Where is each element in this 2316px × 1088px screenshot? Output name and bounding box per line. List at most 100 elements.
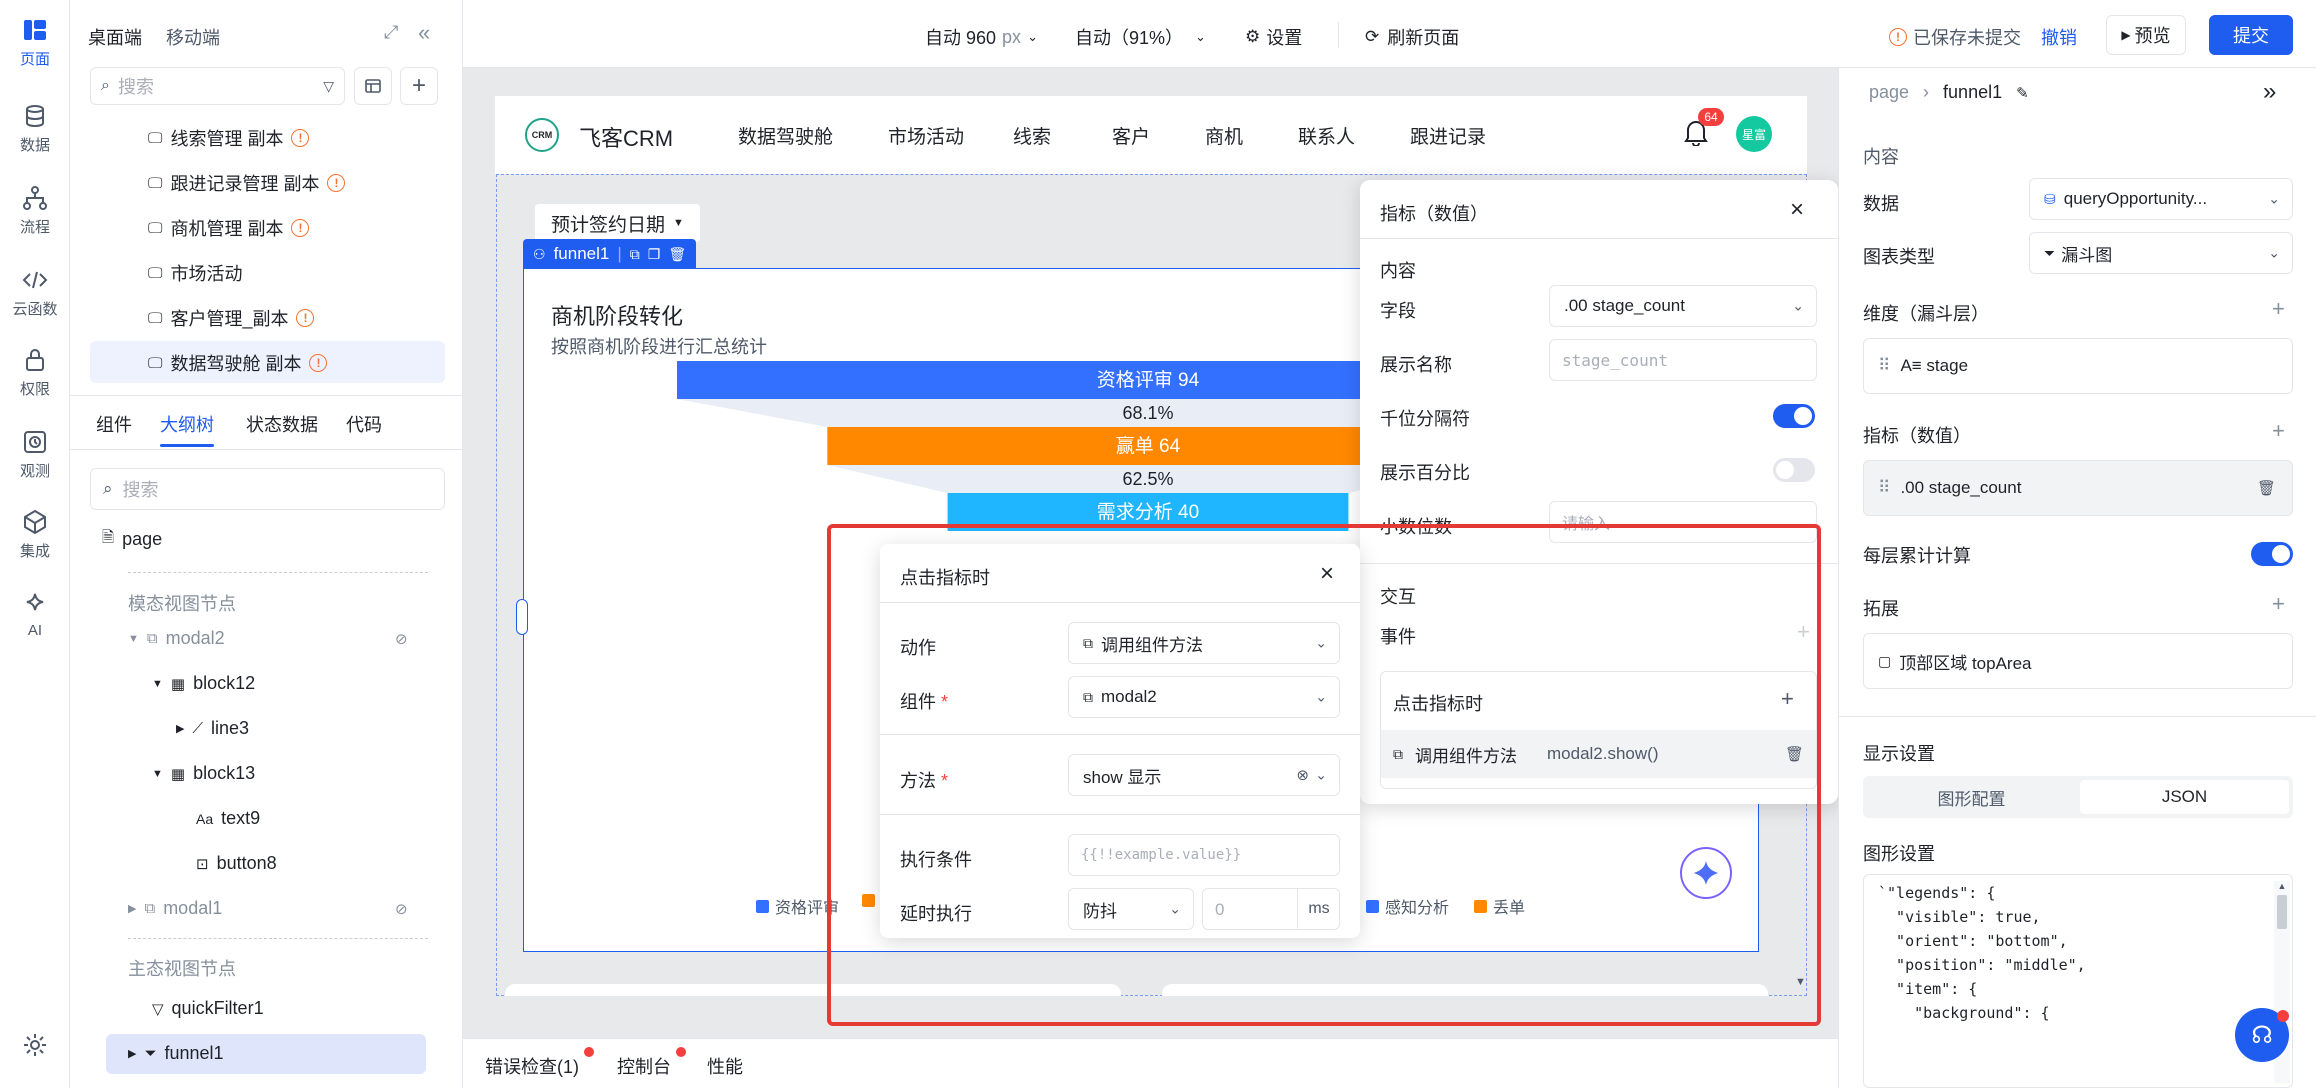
caret-down-icon[interactable]: ▼ (128, 633, 139, 645)
event-action-row[interactable]: ⧉ 调用组件方法 modal2.show() 🗑 (1381, 730, 1816, 778)
nav-item[interactable]: 跟进记录 (1410, 122, 1486, 149)
tree-node-quickfilter1[interactable]: ▽ quickFilter1 (152, 998, 264, 1019)
component-select[interactable]: ⧉ modal2 ⌄ (1068, 676, 1340, 718)
legend-item[interactable]: 丢单 (1474, 894, 1525, 918)
gear-icon[interactable] (18, 1028, 52, 1062)
chart-type-select[interactable]: ⏷ 漏斗图 ⌄ (2029, 232, 2293, 274)
close-icon[interactable]: × (1320, 560, 1334, 588)
tab-json[interactable]: JSON (2080, 780, 2289, 814)
expand-icon[interactable]: ⤢ (384, 22, 398, 43)
caret-right-icon[interactable]: ▶ (128, 1047, 136, 1060)
page-template-button[interactable] (354, 67, 392, 105)
tree-node-funnel1[interactable]: ▶ ⏷ funnel1 (128, 1043, 224, 1064)
caret-down-icon[interactable]: ▼ (152, 768, 163, 780)
nav-item[interactable]: 市场活动 (888, 122, 964, 149)
page-item[interactable]: 🖵 线索管理 副本! (148, 125, 310, 151)
condition-input[interactable]: {{!!example.value}} (1068, 834, 1340, 876)
delete-icon[interactable]: 🗑 (2257, 479, 2276, 497)
field-select[interactable]: .00 stage_count ⌄ (1549, 285, 1817, 327)
nav-item[interactable]: 数据驾驶舱 (738, 122, 833, 149)
nav-item[interactable]: 线索 (1013, 122, 1051, 149)
data-source-select[interactable]: ⛁ queryOpportunity... ⌄ (2029, 178, 2293, 220)
tab-code[interactable]: 代码 (346, 411, 382, 437)
tab-components[interactable]: 组件 (96, 411, 132, 437)
tab-outline[interactable]: 大纲树 (160, 411, 214, 437)
delete-icon[interactable]: 🗑 (668, 246, 686, 263)
submit-button[interactable]: 提交 (2209, 15, 2293, 55)
legend-item[interactable] (862, 894, 875, 907)
refresh-button[interactable]: ⟳ 刷新页面 (1365, 24, 1459, 50)
duplicate-icon[interactable]: ❐ (648, 246, 661, 263)
nav-item[interactable]: 客户 (1112, 122, 1150, 149)
add-extension-icon[interactable]: + (2272, 593, 2285, 615)
rail-item-page[interactable]: 页面 (0, 16, 70, 69)
page-item[interactable]: 🖵 商机管理 副本! (148, 215, 310, 241)
tree-node-button8[interactable]: ⊡ button8 (196, 853, 277, 874)
tree-node-block13[interactable]: ▼ ▦ block13 (152, 763, 255, 784)
legend-item[interactable]: 感知分析 (1366, 894, 1449, 918)
tree-node-line3[interactable]: ▶ ⟋ line3 (176, 718, 249, 739)
close-icon[interactable]: × (1790, 196, 1804, 224)
eye-off-icon[interactable]: ⊘ (395, 630, 408, 648)
delete-icon[interactable]: 🗑 (1785, 745, 1804, 763)
filter-icon[interactable]: ▽ (323, 78, 334, 95)
add-metric-icon[interactable]: + (2272, 420, 2285, 442)
tab-desktop[interactable]: 桌面端 (88, 24, 142, 50)
tab-error-check[interactable]: 错误检查(1) (485, 1053, 579, 1079)
canvas-width-select[interactable]: 自动 960 px ⌄ (925, 24, 1038, 50)
avatar[interactable]: 星富 (1736, 116, 1772, 152)
outline-search[interactable]: ⌕ 搜索 (90, 468, 445, 510)
drag-handle-icon[interactable]: ⠿ (1878, 356, 1890, 376)
tab-performance[interactable]: 性能 (707, 1053, 743, 1079)
eye-off-icon[interactable]: ⊘ (395, 900, 408, 918)
tree-node-text9[interactable]: Aa text9 (196, 808, 260, 829)
tab-console[interactable]: 控制台 (617, 1053, 671, 1079)
method-select[interactable]: show 显示 ⊗ ⌄ (1068, 754, 1340, 796)
page-item-selected[interactable]: 🖵 数据驾驶舱 副本! (148, 350, 328, 376)
rail-item-ai[interactable]: AI (0, 590, 70, 639)
page-item[interactable]: 🖵 市场活动 (148, 260, 242, 286)
delay-mode-select[interactable]: 防抖 ⌄ (1068, 888, 1194, 930)
tree-node-block12[interactable]: ▼ ▦ block12 (152, 673, 255, 694)
metric-field[interactable]: ⠿ .00 stage_count 🗑 (1863, 460, 2293, 516)
page-item[interactable]: 🖵 跟进记录管理 副本! (148, 170, 346, 196)
rail-item-integration[interactable]: 集成 (0, 508, 70, 561)
extension-field[interactable]: ▢ 顶部区域 topArea (1863, 633, 2293, 689)
nav-item[interactable]: 联系人 (1298, 122, 1355, 149)
outline-search-input[interactable]: 搜索 (123, 476, 159, 502)
legend-item[interactable]: 资格评审 (756, 894, 839, 918)
caret-down-icon[interactable]: ▼ (152, 678, 163, 690)
display-name-input[interactable]: stage_count (1549, 339, 1817, 381)
nav-item[interactable]: 商机 (1205, 122, 1243, 149)
search-input[interactable]: 搜索 (118, 73, 315, 99)
zoom-select[interactable]: 自动（91%） ⌄ (1075, 24, 1206, 50)
thousands-separator-toggle[interactable] (1773, 404, 1815, 428)
drag-handle-icon[interactable]: ⠿ (1878, 478, 1890, 498)
rail-item-cloud-function[interactable]: 云函数 (0, 266, 70, 319)
decimals-input[interactable]: 请输入 (1549, 501, 1817, 543)
add-event-icon[interactable]: + (1797, 621, 1810, 643)
tree-node-page[interactable]: 🗎 page (102, 527, 162, 552)
preview-button[interactable]: ▶ 预览 (2106, 15, 2186, 55)
add-action-icon[interactable]: + (1781, 688, 1794, 710)
rail-item-flow[interactable]: 流程 (0, 184, 70, 237)
copy-icon[interactable]: ⧉ (630, 246, 640, 263)
ai-assistant-button[interactable] (1680, 847, 1732, 899)
tree-node-modal1[interactable]: ▶ ⧉ modal1 (128, 898, 222, 919)
edit-icon[interactable]: ✎ (2016, 84, 2029, 102)
date-filter[interactable]: 预计签约日期 ▼ (535, 204, 700, 242)
delay-value-input[interactable]: 0 (1215, 900, 1224, 920)
settings-button[interactable]: ⚙ 设置 (1245, 24, 1302, 50)
dimension-field[interactable]: ⠿ A≡ stage (1863, 338, 2293, 394)
action-select[interactable]: ⧉ 调用组件方法 ⌄ (1068, 622, 1340, 664)
tab-graphic-config[interactable]: 图形配置 (1867, 780, 2076, 814)
collapse-panel-icon[interactable]: « (418, 20, 430, 46)
rail-item-data[interactable]: 数据 (0, 102, 70, 155)
tab-mobile[interactable]: 移动端 (166, 24, 220, 50)
page-item[interactable]: 🖵 客户管理_副本! (148, 305, 315, 331)
clear-icon[interactable]: ⊗ (1296, 766, 1309, 784)
cumulative-toggle[interactable] (2251, 542, 2293, 566)
add-dimension-icon[interactable]: + (2272, 298, 2285, 320)
undo-link[interactable]: 撤销 (2041, 24, 2077, 50)
page-search[interactable]: ⌕ 搜索 ▽ (90, 67, 345, 105)
